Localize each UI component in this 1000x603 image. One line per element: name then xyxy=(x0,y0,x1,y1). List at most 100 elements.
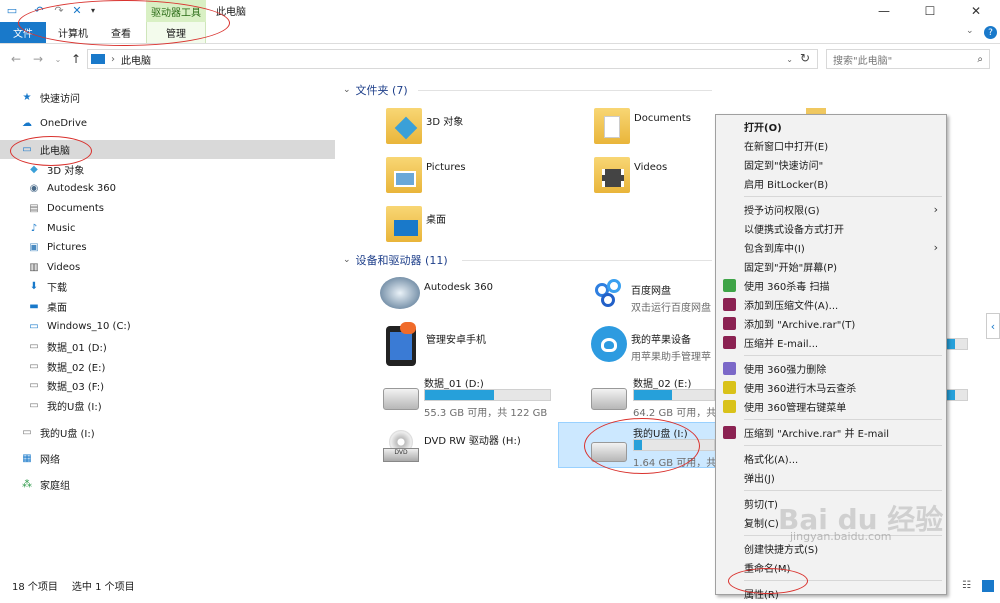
folder-name: Videos xyxy=(634,162,668,173)
music-icon: ♪ xyxy=(30,223,38,234)
nav-onedrive[interactable]: ☁ OneDrive xyxy=(20,114,87,133)
watermark-url: jingyan.baidu.com xyxy=(790,530,892,543)
tab-view[interactable]: 查看 xyxy=(100,22,142,43)
folder-pictures[interactable]: Pictures xyxy=(386,157,466,193)
devices-section-header[interactable]: ⌄ 设备和驱动器 (11) xyxy=(343,252,448,268)
nav-music[interactable]: ♪ Music xyxy=(27,219,76,238)
maximize-button[interactable]: ☐ xyxy=(907,0,953,22)
folder-3d-objects[interactable]: 3D 对象 xyxy=(386,108,463,144)
nav-downloads[interactable]: ⬇ 下载 xyxy=(27,277,67,296)
device-baidu-netdisk[interactable]: 百度网盘 双击运行百度网盘 xyxy=(591,277,711,314)
menu-item[interactable]: 添加到 "Archive.rar"(T) xyxy=(716,314,946,333)
nav-homegroup[interactable]: ⁂ 家庭组 xyxy=(20,475,70,494)
folder-documents[interactable]: Documents xyxy=(594,108,691,144)
menu-item[interactable]: 启用 BitLocker(B) xyxy=(716,174,946,193)
menu-item[interactable]: 弹出(J) xyxy=(716,468,946,487)
menu-item[interactable]: 打开(O) xyxy=(716,117,946,136)
undo-icon[interactable]: ↶ xyxy=(32,3,46,17)
expand-ribbon-icon[interactable]: ⌄ xyxy=(966,26,974,36)
folder-desktop[interactable]: 桌面 xyxy=(386,206,446,242)
redo-icon[interactable]: ↷ xyxy=(52,3,66,17)
forward-icon[interactable]: → xyxy=(30,51,46,67)
menu-item[interactable]: 格式化(A)... xyxy=(716,449,946,468)
device-autodesk[interactable]: Autodesk 360 xyxy=(380,277,493,309)
nav-videos[interactable]: ▥ Videos xyxy=(27,258,80,277)
address-bar[interactable]: › 此电脑 ⌄ xyxy=(87,49,818,69)
search-input[interactable]: 搜索"此电脑" ⌕ xyxy=(826,49,990,69)
menu-separator xyxy=(744,196,942,197)
menu-item[interactable]: 授予访问权限(G) › xyxy=(716,200,946,219)
menu-item[interactable]: 包含到库中(I) › xyxy=(716,238,946,257)
rar-icon xyxy=(723,317,736,330)
device-name: 管理安卓手机 xyxy=(426,335,486,346)
video-icon: ▥ xyxy=(29,262,39,273)
customize-toolbar-icon[interactable]: ▾ xyxy=(86,3,100,17)
menu-item-label: 重命名(M) xyxy=(744,564,791,575)
device-apple-manager[interactable]: 我的苹果设备 用苹果助手管理苹 xyxy=(591,326,711,363)
nav-drive-c[interactable]: ▭ Windows_10 (C:) xyxy=(27,317,131,336)
device-android-manager[interactable]: 管理安卓手机 xyxy=(386,322,486,366)
menu-item[interactable]: 使用 360管理右键菜单 xyxy=(716,397,946,416)
nav-label: Windows_10 (C:) xyxy=(47,321,131,332)
selected-count: 选中 1 个项目 xyxy=(71,582,135,593)
device-name: Autodesk 360 xyxy=(424,282,493,293)
up-icon[interactable]: ↑ xyxy=(68,51,84,67)
scroll-right-icon[interactable]: ‹ xyxy=(986,313,1000,339)
folder-videos[interactable]: Videos xyxy=(594,157,667,193)
drive-e-name[interactable]: 数据_02 (E:) xyxy=(633,375,691,390)
collapse-icon: ⌄ xyxy=(343,85,351,95)
menu-item[interactable]: 使用 360强力删除 xyxy=(716,359,946,378)
tab-file[interactable]: 文件 xyxy=(0,22,46,43)
usb-drive-name[interactable]: 我的U盘 (I:) xyxy=(633,425,688,440)
refresh-icon[interactable]: ↻ xyxy=(800,51,810,65)
search-icon[interactable]: ⌕ xyxy=(977,54,983,65)
menu-item[interactable]: 使用 360杀毒 扫描 xyxy=(716,276,946,295)
menu-item[interactable]: 在新窗口中打开(E) xyxy=(716,136,946,155)
breadcrumb[interactable]: 此电脑 xyxy=(121,52,151,67)
drive-icon: ▭ xyxy=(29,400,39,411)
menu-item-label: 固定到"快速访问" xyxy=(744,161,824,172)
minimize-button[interactable]: — xyxy=(861,0,907,22)
nav-label: 桌面 xyxy=(47,303,67,314)
nav-drive-d[interactable]: ▭ 数据_01 (D:) xyxy=(27,337,107,356)
menu-item[interactable]: 添加到压缩文件(A)... xyxy=(716,295,946,314)
nav-desktop[interactable]: ▬ 桌面 xyxy=(27,297,67,316)
dvd-drive-name[interactable]: DVD RW 驱动器 (H:) xyxy=(424,432,521,447)
address-dropdown-icon[interactable]: ⌄ xyxy=(786,55,793,64)
menu-item[interactable]: 重命名(M) xyxy=(716,558,946,577)
menu-item[interactable]: 压缩并 E-mail... xyxy=(716,333,946,352)
nav-autodesk[interactable]: ◉ Autodesk 360 xyxy=(27,179,116,198)
drive-e-usage-bar xyxy=(633,389,715,401)
tab-computer[interactable]: 计算机 xyxy=(52,22,94,43)
menu-item-label: 压缩到 "Archive.rar" 并 E-mail xyxy=(744,429,890,440)
back-icon[interactable]: ← xyxy=(8,51,24,67)
help-icon[interactable]: ? xyxy=(984,26,997,39)
nav-3d-objects[interactable]: ◆ 3D 对象 xyxy=(27,160,84,179)
close-button[interactable]: ✕ xyxy=(953,0,999,22)
recent-dropdown-icon[interactable]: ⌄ xyxy=(50,51,66,67)
tiles-view-icon[interactable] xyxy=(982,579,994,592)
nav-pictures[interactable]: ▣ Pictures xyxy=(27,238,86,257)
nav-drive-f[interactable]: ▭ 数据_03 (F:) xyxy=(27,376,104,395)
menu-item[interactable]: 压缩到 "Archive.rar" 并 E-mail xyxy=(716,423,946,442)
menu-item[interactable]: 使用 360进行木马云查杀 xyxy=(716,378,946,397)
nav-usb-drive[interactable]: ▭ 我的U盘 (I:) xyxy=(20,423,95,442)
nav-network[interactable]: ▦ 网络 xyxy=(20,449,60,468)
folders-section-header[interactable]: ⌄ 文件夹 (7) xyxy=(343,82,408,98)
nav-label: 3D 对象 xyxy=(47,166,85,177)
nav-label: 此电脑 xyxy=(40,146,70,157)
menu-item[interactable]: 固定到"快速访问" xyxy=(716,155,946,174)
nav-quick-access[interactable]: ★ 快速访问 xyxy=(20,88,80,107)
drive-d-name[interactable]: 数据_01 (D:) xyxy=(424,375,484,390)
tab-manage[interactable]: 管理 xyxy=(146,22,206,43)
nav-label: 家庭组 xyxy=(40,481,70,492)
menu-item[interactable]: 固定到"开始"屏幕(P) xyxy=(716,257,946,276)
nav-label: 我的U盘 (I:) xyxy=(40,429,95,440)
nav-this-pc[interactable]: ▭ 此电脑 xyxy=(0,140,335,159)
menu-item[interactable]: 以便携式设备方式打开 xyxy=(716,219,946,238)
delete-icon[interactable]: ✕ xyxy=(70,3,84,17)
nav-drive-e[interactable]: ▭ 数据_02 (E:) xyxy=(27,357,105,376)
nav-documents[interactable]: ▤ Documents xyxy=(27,199,104,218)
details-view-icon[interactable]: ☷ xyxy=(962,580,971,591)
nav-drive-i[interactable]: ▭ 我的U盘 (I:) xyxy=(27,396,101,415)
